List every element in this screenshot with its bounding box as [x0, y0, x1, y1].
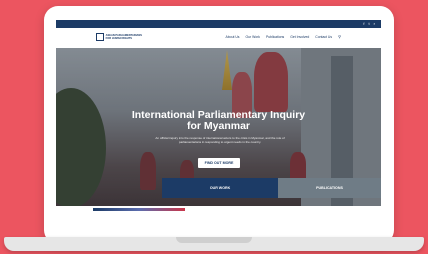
laptop-notch	[176, 237, 252, 243]
rss-icon[interactable]: r	[374, 22, 375, 26]
nav-get-involved[interactable]: Get Involved	[290, 35, 309, 39]
content-area	[56, 206, 381, 234]
nav-about-us[interactable]: About Us	[226, 35, 240, 39]
social-topbar: f t r	[56, 20, 381, 28]
nav-menu: About Us Our Work Publications Get Invol…	[226, 35, 341, 40]
facebook-icon[interactable]: f	[363, 22, 364, 26]
twitter-icon[interactable]: t	[369, 22, 370, 26]
website-screen: f t r ASEAN PARLIAMENTARIANS FOR HUMAN R…	[56, 20, 381, 234]
find-out-more-button[interactable]: FIND OUT MORE	[198, 158, 240, 168]
logo-mark	[96, 33, 104, 41]
hero-title: International Parliamentary Inquiry for …	[56, 110, 381, 132]
site-logo[interactable]: ASEAN PARLIAMENTARIANS FOR HUMAN RIGHTS	[96, 32, 142, 42]
hero-title-line-2: for Myanmar	[186, 120, 250, 132]
hero-subtitle: An official inquiry into the response of…	[155, 136, 285, 144]
section-tabs: OUR WORK PUBLICATIONS	[162, 178, 381, 198]
nav-our-work[interactable]: Our Work	[245, 35, 259, 39]
nav-contact-us[interactable]: Contact Us	[315, 35, 332, 39]
our-work-tab[interactable]: OUR WORK	[162, 178, 278, 198]
publications-tab[interactable]: PUBLICATIONS	[278, 178, 381, 198]
logo-line-2: FOR HUMAN RIGHTS	[105, 37, 132, 40]
nav-publications[interactable]: Publications	[266, 35, 284, 39]
search-icon[interactable]: ⚲	[338, 35, 341, 39]
main-nav: ASEAN PARLIAMENTARIANS FOR HUMAN RIGHTS …	[56, 28, 381, 48]
content-image-strip	[93, 208, 185, 211]
